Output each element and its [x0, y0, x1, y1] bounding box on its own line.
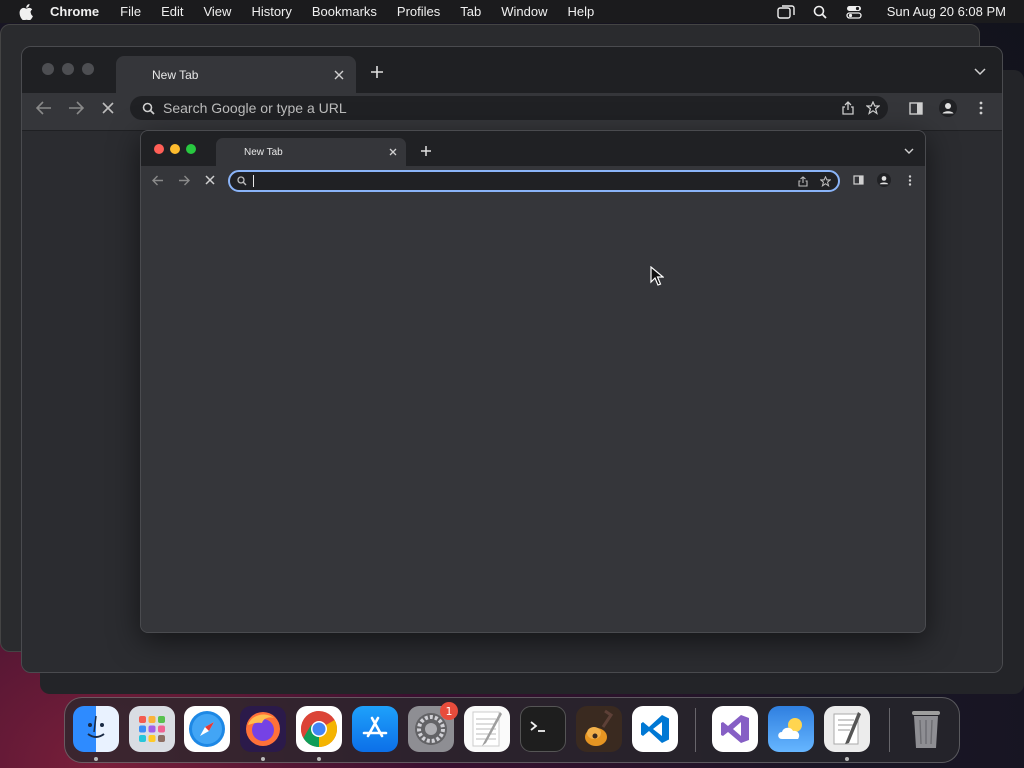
menu-bar: Chrome File Edit View History Bookmarks …: [0, 0, 1024, 23]
inner-tab-search-chevron-icon[interactable]: [903, 145, 915, 157]
dock-vscode-icon[interactable]: [632, 706, 678, 752]
screen-mirroring-icon[interactable]: [777, 4, 795, 20]
inner-close-button[interactable]: [154, 144, 164, 154]
dock-separator: [889, 708, 890, 752]
outer-tab-title: New Tab: [152, 67, 199, 82]
outer-omnibox[interactable]: Search Google or type a URL: [130, 96, 888, 120]
apple-icon[interactable]: [18, 3, 34, 20]
outer-tab-search-chevron-icon[interactable]: [972, 64, 988, 80]
dock-app-store-icon[interactable]: [352, 706, 398, 752]
inner-share-icon[interactable]: [798, 175, 808, 187]
inner-bookmark-star-icon[interactable]: [820, 175, 831, 187]
inner-tab-close-icon[interactable]: [386, 145, 400, 159]
inner-minimize-button[interactable]: [170, 144, 180, 154]
outer-back-arrow-icon[interactable]: [34, 98, 54, 118]
outer-more-menu-icon[interactable]: [971, 98, 991, 118]
inner-forward-arrow-icon[interactable]: [176, 172, 192, 188]
dock-system-settings-icon[interactable]: 1: [408, 702, 458, 752]
outer-omnibox-placeholder: Search Google or type a URL: [163, 100, 347, 116]
dock-running-indicator: [261, 757, 265, 761]
inner-maximize-button[interactable]: [186, 144, 196, 154]
inner-more-menu-icon[interactable]: [902, 172, 918, 188]
menu-file[interactable]: File: [120, 4, 141, 19]
dock-terminal-icon[interactable]: [520, 706, 566, 752]
inner-back-arrow-icon[interactable]: [150, 172, 166, 188]
inner-window-controls: [154, 144, 196, 154]
menu-edit[interactable]: Edit: [161, 4, 183, 19]
menu-tab[interactable]: Tab: [460, 4, 481, 19]
dock-visual-studio-icon[interactable]: [712, 706, 758, 752]
outer-close-button[interactable]: [42, 63, 54, 75]
inner-tab-title: New Tab: [244, 146, 283, 158]
menu-profiles[interactable]: Profiles: [397, 4, 440, 19]
dock-separator: [695, 708, 696, 752]
inner-tab-new-tab[interactable]: New Tab: [216, 138, 406, 166]
dock-textedit-icon[interactable]: [464, 706, 510, 752]
menu-help[interactable]: Help: [568, 4, 595, 19]
dock-firefox-icon[interactable]: [240, 706, 286, 752]
mouse-pointer-icon: [650, 265, 665, 286]
outer-tab-new-tab[interactable]: New Tab: [116, 56, 356, 93]
dock-safari-icon[interactable]: [184, 706, 230, 752]
dock-running-indicator: [845, 757, 849, 761]
menu-window[interactable]: Window: [501, 4, 547, 19]
dock-garageband-icon[interactable]: [576, 706, 622, 752]
outer-bookmark-star-icon[interactable]: [866, 101, 880, 115]
outer-tab-close-icon[interactable]: [330, 66, 348, 84]
inner-new-tab-plus-icon[interactable]: [419, 144, 433, 158]
menu-app-name[interactable]: Chrome: [50, 4, 99, 19]
text-caret: [253, 175, 254, 187]
dock-script-editor-icon[interactable]: [824, 706, 870, 752]
menubar-clock[interactable]: Sun Aug 20 6:08 PM: [887, 4, 1006, 19]
dock-finder-icon[interactable]: [73, 706, 119, 752]
inner-chrome-window: New Tab: [140, 130, 926, 633]
outer-minimize-button[interactable]: [62, 63, 74, 75]
inner-omnibox[interactable]: [228, 170, 840, 192]
inner-profile-avatar-icon[interactable]: [876, 172, 892, 188]
dock-weather-icon[interactable]: [768, 706, 814, 752]
outer-side-panel-icon[interactable]: [906, 98, 926, 118]
outer-omnibox-search-icon: [142, 102, 155, 115]
dock-running-indicator: [317, 757, 321, 761]
outer-forward-arrow-icon[interactable]: [66, 98, 86, 118]
dock-launchpad-icon[interactable]: [129, 706, 175, 752]
dock: 1: [64, 697, 960, 763]
inner-page-content: [141, 196, 925, 632]
dock-trash-icon[interactable]: [903, 706, 949, 752]
inner-omnibox-search-icon: [237, 176, 247, 186]
spotlight-search-icon[interactable]: [811, 4, 829, 20]
outer-stop-loading-icon[interactable]: [98, 98, 118, 118]
menu-history[interactable]: History: [251, 4, 291, 19]
inner-stop-loading-icon[interactable]: [202, 172, 218, 188]
menu-view[interactable]: View: [203, 4, 231, 19]
control-center-icon[interactable]: [845, 4, 863, 20]
outer-share-icon[interactable]: [842, 101, 854, 115]
outer-maximize-button[interactable]: [82, 63, 94, 75]
dock-chrome-icon[interactable]: [296, 706, 342, 752]
outer-new-tab-plus-icon[interactable]: [368, 63, 386, 81]
outer-profile-avatar-icon[interactable]: [938, 98, 958, 118]
outer-window-controls: [42, 63, 94, 75]
system-settings-badge: 1: [440, 702, 458, 720]
inner-side-panel-icon[interactable]: [850, 172, 866, 188]
menu-bookmarks[interactable]: Bookmarks: [312, 4, 377, 19]
dock-running-indicator: [94, 757, 98, 761]
